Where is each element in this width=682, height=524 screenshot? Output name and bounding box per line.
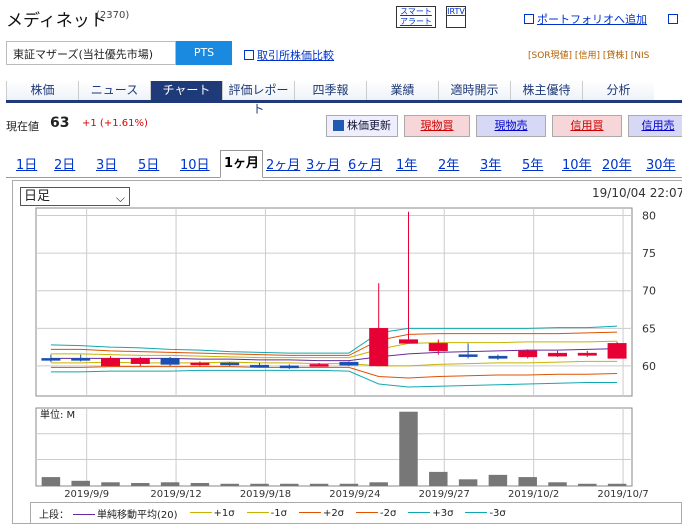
volume-bar bbox=[190, 483, 210, 486]
volume-bar bbox=[309, 483, 329, 486]
candle-body bbox=[250, 364, 269, 368]
volume-bar bbox=[429, 471, 448, 486]
candle-body bbox=[160, 358, 180, 365]
volume-bar bbox=[71, 480, 90, 486]
volume-bar bbox=[280, 483, 299, 486]
price-chart: 60 65 70 75 80 2019/9/9 2019/9/12 2019/9/18 2019… bbox=[35, 207, 656, 500]
x-tick-label: 2019/10/7 bbox=[597, 489, 648, 500]
chart-legend: 上段： 単純移動平均(20) +1σ -1σ +2σ -2σ +3σ -3σ bbox=[30, 502, 682, 524]
x-tick-label: 2019/9/24 bbox=[329, 489, 380, 500]
volume-bar bbox=[41, 477, 61, 486]
candle-body bbox=[309, 364, 329, 367]
legend-swatch bbox=[356, 511, 379, 513]
legend-swatch bbox=[189, 511, 212, 513]
x-tick-label: 2019/9/18 bbox=[240, 489, 291, 500]
legend-label: 上段： bbox=[39, 509, 69, 521]
candle-body bbox=[101, 358, 120, 367]
y-tick-label: 75 bbox=[642, 247, 656, 260]
volume-bar bbox=[369, 482, 388, 486]
legend-text: -1σ bbox=[270, 507, 287, 519]
volume-bar bbox=[101, 482, 120, 486]
legend-item-0: 単純移動平均(20) bbox=[73, 506, 178, 521]
candle-body bbox=[190, 362, 210, 366]
candle-body bbox=[130, 358, 150, 364]
x-tick-label: 2019/10/2 bbox=[508, 489, 559, 500]
volume-bar bbox=[548, 482, 567, 486]
volume-bar bbox=[399, 411, 418, 486]
candle-body bbox=[548, 352, 567, 357]
y-tick-label: 80 bbox=[642, 210, 656, 223]
candle-body bbox=[279, 365, 299, 369]
volume-bar bbox=[220, 483, 239, 486]
y-tick-label: 60 bbox=[642, 360, 656, 373]
candle-body bbox=[71, 358, 91, 361]
volume-bar bbox=[607, 483, 627, 486]
legend-swatch bbox=[246, 511, 269, 513]
legend-item-5: +3σ bbox=[408, 508, 453, 519]
legend-swatch bbox=[408, 511, 431, 513]
legend-text: -3σ bbox=[489, 507, 506, 519]
volume-bar bbox=[250, 483, 269, 486]
candle-body bbox=[220, 362, 240, 366]
candle-body bbox=[41, 358, 61, 361]
candle-body bbox=[458, 354, 478, 357]
legend-text: 単純移動平均(20) bbox=[97, 509, 178, 521]
volume-bar bbox=[488, 474, 508, 486]
candle-body bbox=[607, 343, 627, 359]
y-tick-label: 65 bbox=[642, 322, 656, 335]
volume-plot-frame bbox=[35, 407, 633, 487]
volume-bar bbox=[339, 483, 359, 486]
legend-item-2: -1σ bbox=[246, 507, 287, 519]
volume-bar bbox=[578, 483, 597, 486]
legend-text: -2σ bbox=[380, 507, 397, 519]
candle-body bbox=[518, 350, 538, 358]
legend-item-1: +1σ bbox=[189, 507, 235, 519]
legend-swatch bbox=[298, 511, 321, 513]
legend-text: +2σ bbox=[322, 507, 345, 519]
volume-bar bbox=[131, 483, 150, 486]
legend-text: +3σ bbox=[432, 507, 454, 519]
candle-body bbox=[488, 355, 508, 359]
legend-text: +1σ bbox=[213, 507, 235, 519]
legend-swatch bbox=[465, 511, 488, 513]
candle-body bbox=[428, 343, 448, 352]
legend-item-4: -2σ bbox=[356, 508, 396, 519]
legend-item-6: -3σ bbox=[465, 507, 506, 519]
candle-body bbox=[339, 361, 359, 366]
x-tick-label: 2019/9/12 bbox=[150, 489, 201, 500]
x-tick-label: 2019/9/9 bbox=[64, 489, 109, 500]
volume-bar bbox=[160, 482, 180, 486]
legend-swatch bbox=[73, 513, 95, 515]
legend-item-3: +2σ bbox=[298, 507, 345, 519]
volume-bar bbox=[458, 479, 478, 486]
candle-body bbox=[369, 328, 389, 367]
candle-body bbox=[399, 339, 418, 344]
volume-unit-label: 単位: M bbox=[40, 408, 75, 421]
x-tick-label: 2019/9/27 bbox=[419, 489, 470, 500]
y-tick-label: 70 bbox=[642, 285, 656, 298]
candle-body bbox=[577, 352, 597, 356]
volume-bar bbox=[518, 477, 537, 486]
